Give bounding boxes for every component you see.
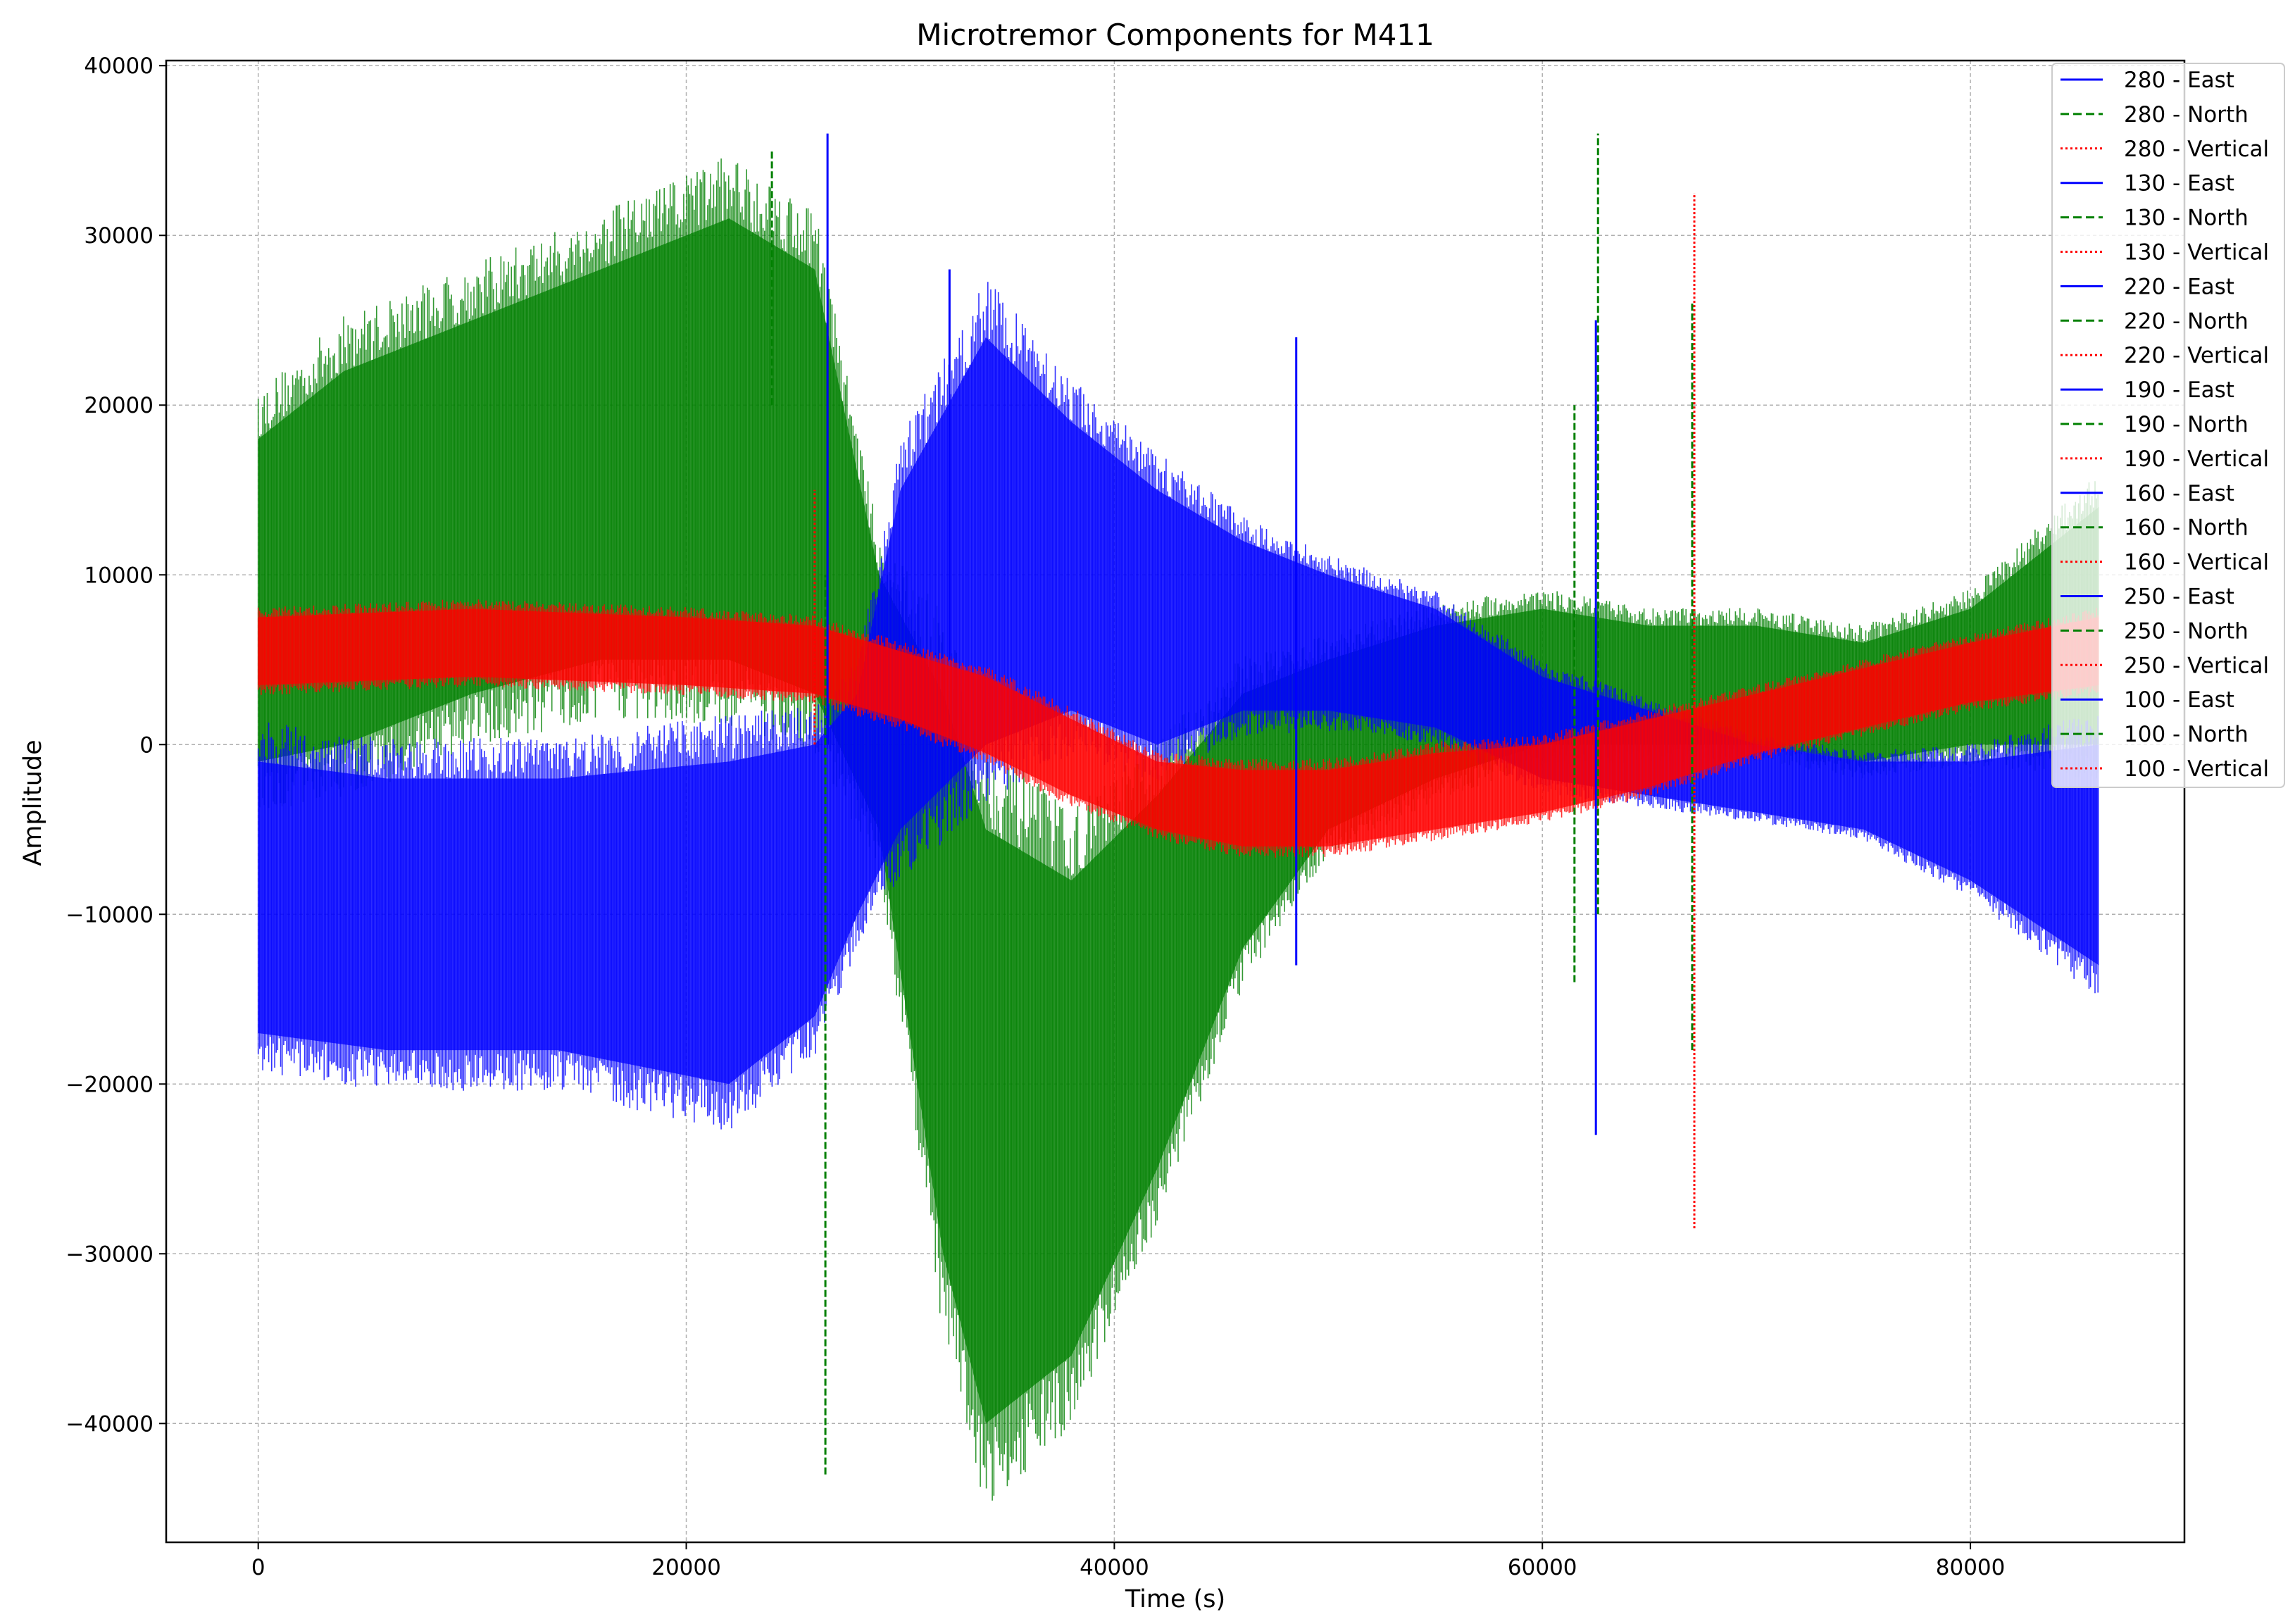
y-tick-label: 40000 <box>84 54 154 79</box>
legend-label: 220 - North <box>2124 308 2249 334</box>
legend-label: 190 - North <box>2124 412 2249 437</box>
y-tick-label: −30000 <box>65 1242 154 1267</box>
legend-label: 220 - East <box>2124 274 2234 299</box>
y-axis-label: Amplitude <box>19 739 47 866</box>
legend-label: 160 - East <box>2124 481 2234 506</box>
legend-label: 250 - North <box>2124 618 2249 644</box>
legend-label: 100 - East <box>2124 687 2234 713</box>
y-tick-label: −10000 <box>65 902 154 927</box>
legend-label: 250 - East <box>2124 585 2234 610</box>
legend-label: 280 - Vertical <box>2124 137 2269 162</box>
legend-label: 130 - North <box>2124 206 2249 231</box>
y-tick-label: 20000 <box>84 393 154 418</box>
y-tick-label: −40000 <box>65 1411 154 1437</box>
legend-label: 160 - North <box>2124 516 2249 541</box>
x-tick-label: 40000 <box>1080 1555 1149 1580</box>
x-tick-label: 60000 <box>1508 1555 1577 1580</box>
legend: 280 - East 280 - North 280 - Vertical 130 -… <box>2051 63 2285 788</box>
x-tick-label: 0 <box>251 1555 265 1580</box>
y-tick-label: 0 <box>139 732 154 758</box>
legend-label: 190 - Vertical <box>2124 446 2269 472</box>
x-axis-label: Time (s) <box>1125 1585 1225 1613</box>
chart-title: Microtremor Components for M411 <box>916 18 1434 52</box>
y-tick-label: 10000 <box>84 563 154 588</box>
legend-label: 250 - Vertical <box>2124 653 2269 678</box>
chart: Microtremor Components for M411 0 20000 40… <box>19 18 2285 1613</box>
legend-label: 280 - East <box>2124 68 2234 93</box>
plot-area <box>257 133 2099 1501</box>
x-tick-label: 20000 <box>651 1555 721 1580</box>
x-tick-label: 80000 <box>1936 1555 2006 1580</box>
legend-label: 220 - Vertical <box>2124 343 2269 368</box>
y-tick-label: 30000 <box>84 223 154 249</box>
legend-label: 100 - Vertical <box>2124 756 2269 782</box>
legend-label: 100 - North <box>2124 722 2249 747</box>
y-tick-label: −20000 <box>65 1072 154 1097</box>
legend-label: 190 - East <box>2124 377 2234 403</box>
legend-label: 130 - Vertical <box>2124 240 2269 266</box>
legend-label: 130 - East <box>2124 171 2234 196</box>
legend-label: 160 - Vertical <box>2124 550 2269 575</box>
legend-label: 280 - North <box>2124 102 2249 127</box>
